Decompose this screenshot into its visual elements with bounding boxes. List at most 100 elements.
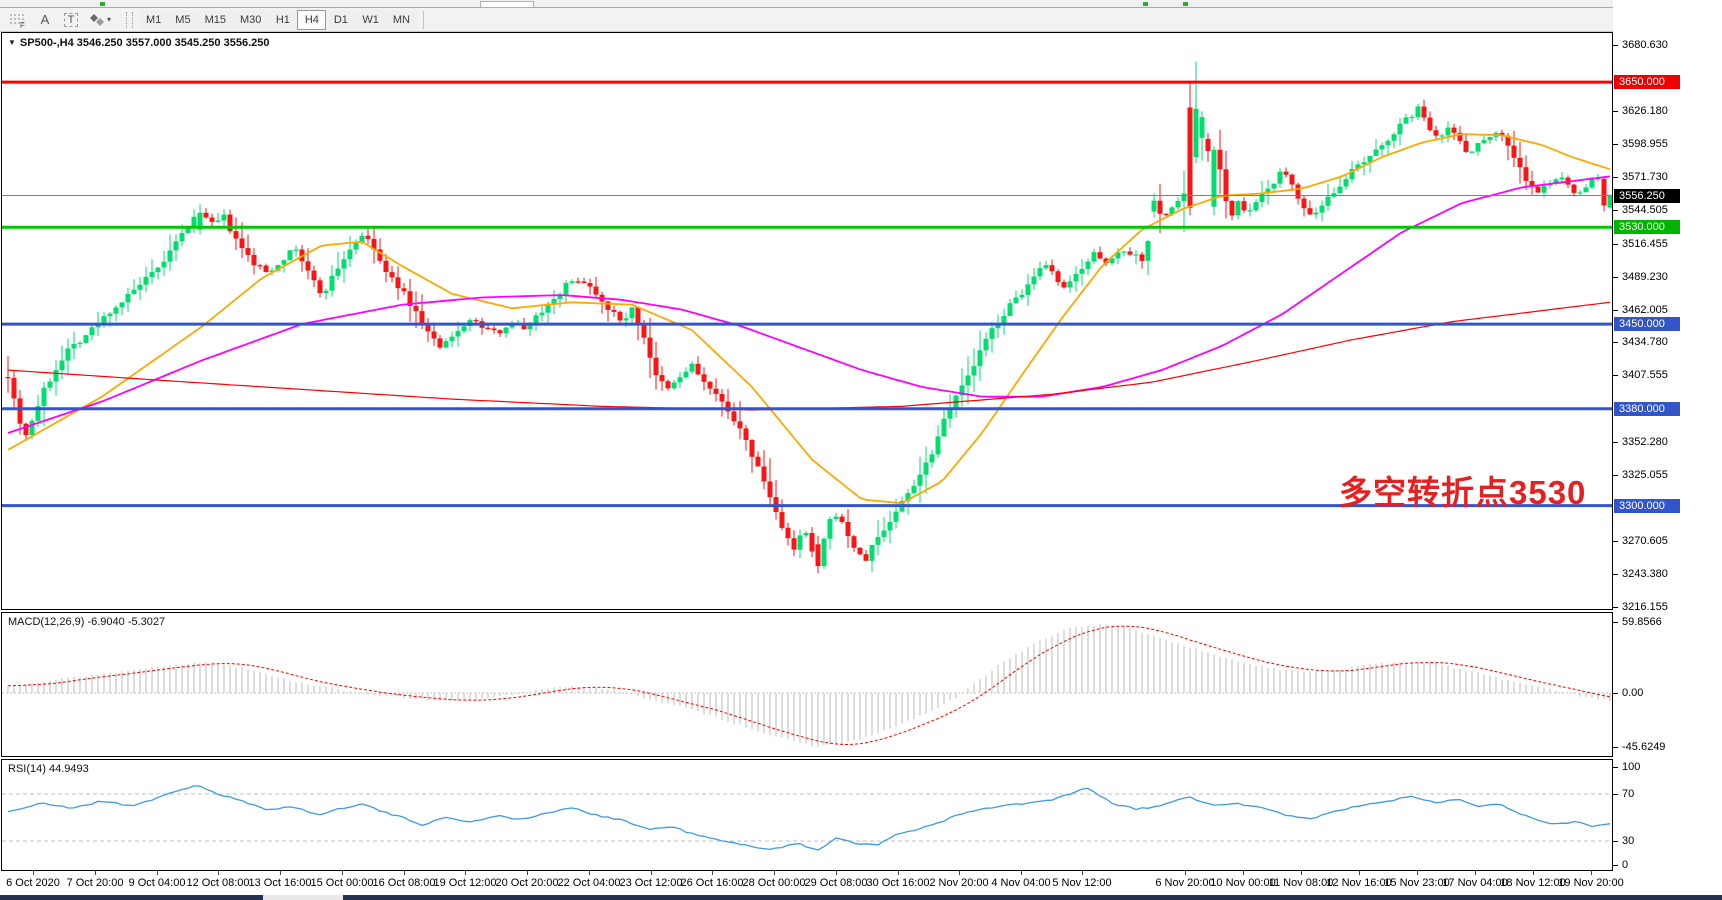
candle-up xyxy=(1380,145,1385,149)
candle-up xyxy=(114,307,119,313)
toolbar-grip[interactable] xyxy=(126,12,133,28)
arrows-tool-button[interactable]: ▾ xyxy=(85,10,115,30)
candle-down xyxy=(648,338,653,358)
scrollbar-segment[interactable] xyxy=(0,895,263,900)
timeframe-button-M1[interactable]: M1 xyxy=(139,10,168,30)
candle-down xyxy=(18,398,23,423)
candle-up xyxy=(54,370,59,382)
axis-tick xyxy=(1613,277,1618,278)
timeframe-button-M15[interactable]: M15 xyxy=(198,10,233,30)
candle-up xyxy=(630,308,635,319)
time-tick-label: 12 Oct 08:00 xyxy=(187,877,250,889)
main-chart-panel[interactable]: ▼ SP500-,H4 3546.250 3557.000 3545.250 35… xyxy=(1,32,1613,610)
timeframe-button-D1[interactable]: D1 xyxy=(326,10,355,30)
scrollbar-segment[interactable] xyxy=(343,895,1722,900)
candle-down xyxy=(1422,107,1427,118)
chart-annotation-text[interactable]: 多空转折点3530 xyxy=(1339,466,1586,514)
candle-down xyxy=(258,265,263,266)
timeframe-group: M1M5M15M30H1H4D1W1MN xyxy=(139,10,417,30)
candlestick-chart[interactable] xyxy=(2,33,1612,609)
candle-up xyxy=(450,337,455,342)
time-tick-label: 29 Oct 08:00 xyxy=(805,877,868,889)
candle-up xyxy=(1236,201,1241,215)
symbol-dropdown-icon[interactable]: ▼ xyxy=(8,38,16,47)
candle-up xyxy=(1374,150,1379,157)
candle-down xyxy=(390,272,395,277)
candle-up xyxy=(72,344,77,349)
candle-up xyxy=(288,250,293,260)
candle-up xyxy=(1488,137,1493,140)
candle-down xyxy=(666,381,671,388)
candle-down xyxy=(1518,158,1523,167)
time-axis[interactable]: 6 Oct 20207 Oct 20:009 Oct 04:0012 Oct 0… xyxy=(0,871,1722,894)
candle-up xyxy=(1440,135,1445,136)
price-tick-label: 3516.455 xyxy=(1622,238,1668,250)
axis-tick xyxy=(1613,747,1618,748)
candle-down xyxy=(312,271,317,281)
rsi-panel[interactable]: RSI(14) 44.9493 xyxy=(1,759,1613,871)
timeframe-button-H4[interactable]: H4 xyxy=(297,10,326,30)
chart-title-text: SP500-,H4 3546.250 3557.000 3545.250 355… xyxy=(20,37,270,49)
candle-down xyxy=(204,213,209,218)
candle-up xyxy=(282,260,287,265)
candle-down xyxy=(720,394,725,402)
rsi-chart[interactable] xyxy=(2,760,1612,870)
text-label-tool-button[interactable]: T xyxy=(59,10,83,30)
time-tick xyxy=(1359,871,1360,875)
candle-up xyxy=(1152,201,1157,212)
candle-down xyxy=(846,522,851,536)
timeframe-button-H1[interactable]: H1 xyxy=(268,10,297,30)
fibonacci-tool-button[interactable]: F xyxy=(5,10,31,30)
candle-down xyxy=(1290,175,1295,185)
price-axis[interactable]: 3680.6303626.1803598.9553571.7303544.505… xyxy=(1613,0,1722,894)
axis-tick xyxy=(1613,841,1618,842)
time-tick xyxy=(589,871,590,875)
candle-down xyxy=(1296,185,1301,199)
candle-down xyxy=(1230,201,1235,215)
macd-chart[interactable] xyxy=(2,613,1612,756)
price-tick-label: 3407.555 xyxy=(1622,369,1668,381)
candle-down xyxy=(588,283,593,287)
time-tick-label: 2 Nov 20:00 xyxy=(929,877,988,889)
rsi-line xyxy=(8,786,1610,850)
axis-tick xyxy=(1613,574,1618,575)
candle-down xyxy=(252,255,257,265)
candle-down xyxy=(24,424,29,435)
time-tick-label: 10 Nov 00:00 xyxy=(1210,877,1275,889)
axis-tick xyxy=(1613,45,1618,46)
horizontal-scrollbar[interactable] xyxy=(0,894,1722,900)
candle-up xyxy=(876,537,881,545)
candle-up xyxy=(1122,252,1127,253)
candle-up xyxy=(66,349,71,361)
timeframe-button-W1[interactable]: W1 xyxy=(355,10,386,30)
text-tool-button[interactable]: A xyxy=(33,10,57,30)
axis-tick xyxy=(1613,794,1618,795)
candle-down xyxy=(750,440,755,457)
candle-down xyxy=(714,389,719,394)
timeframe-button-M5[interactable]: M5 xyxy=(168,10,197,30)
rsi-label: RSI(14) 44.9493 xyxy=(8,763,89,775)
candle-up xyxy=(1386,141,1391,145)
time-tick-label: 19 Oct 12:00 xyxy=(434,877,497,889)
candle-up xyxy=(108,314,113,317)
macd-panel[interactable]: MACD(12,26,9) -6.9040 -5.3027 xyxy=(1,612,1613,757)
candle-up xyxy=(1248,210,1253,211)
candle-up xyxy=(336,269,341,276)
candle-down xyxy=(708,382,713,389)
price-badge-3556.250: 3556.250 xyxy=(1614,189,1680,203)
candle-up xyxy=(936,436,941,454)
candle-down xyxy=(1452,128,1457,133)
candle-down xyxy=(246,248,251,255)
time-tick xyxy=(1021,871,1022,875)
price-tick-label: 3352.280 xyxy=(1622,436,1668,448)
time-tick-label: 16 Oct 08:00 xyxy=(373,877,436,889)
candle-up xyxy=(1146,241,1151,261)
timeframe-button-MN[interactable]: MN xyxy=(386,10,417,30)
candle-down xyxy=(642,324,647,338)
time-tick-label: 20 Oct 20:00 xyxy=(496,877,559,889)
candle-down xyxy=(396,277,401,288)
rsi-tick-label: 30 xyxy=(1622,835,1634,847)
candle-up xyxy=(126,294,131,303)
candle-up xyxy=(168,250,173,261)
timeframe-button-M30[interactable]: M30 xyxy=(233,10,268,30)
